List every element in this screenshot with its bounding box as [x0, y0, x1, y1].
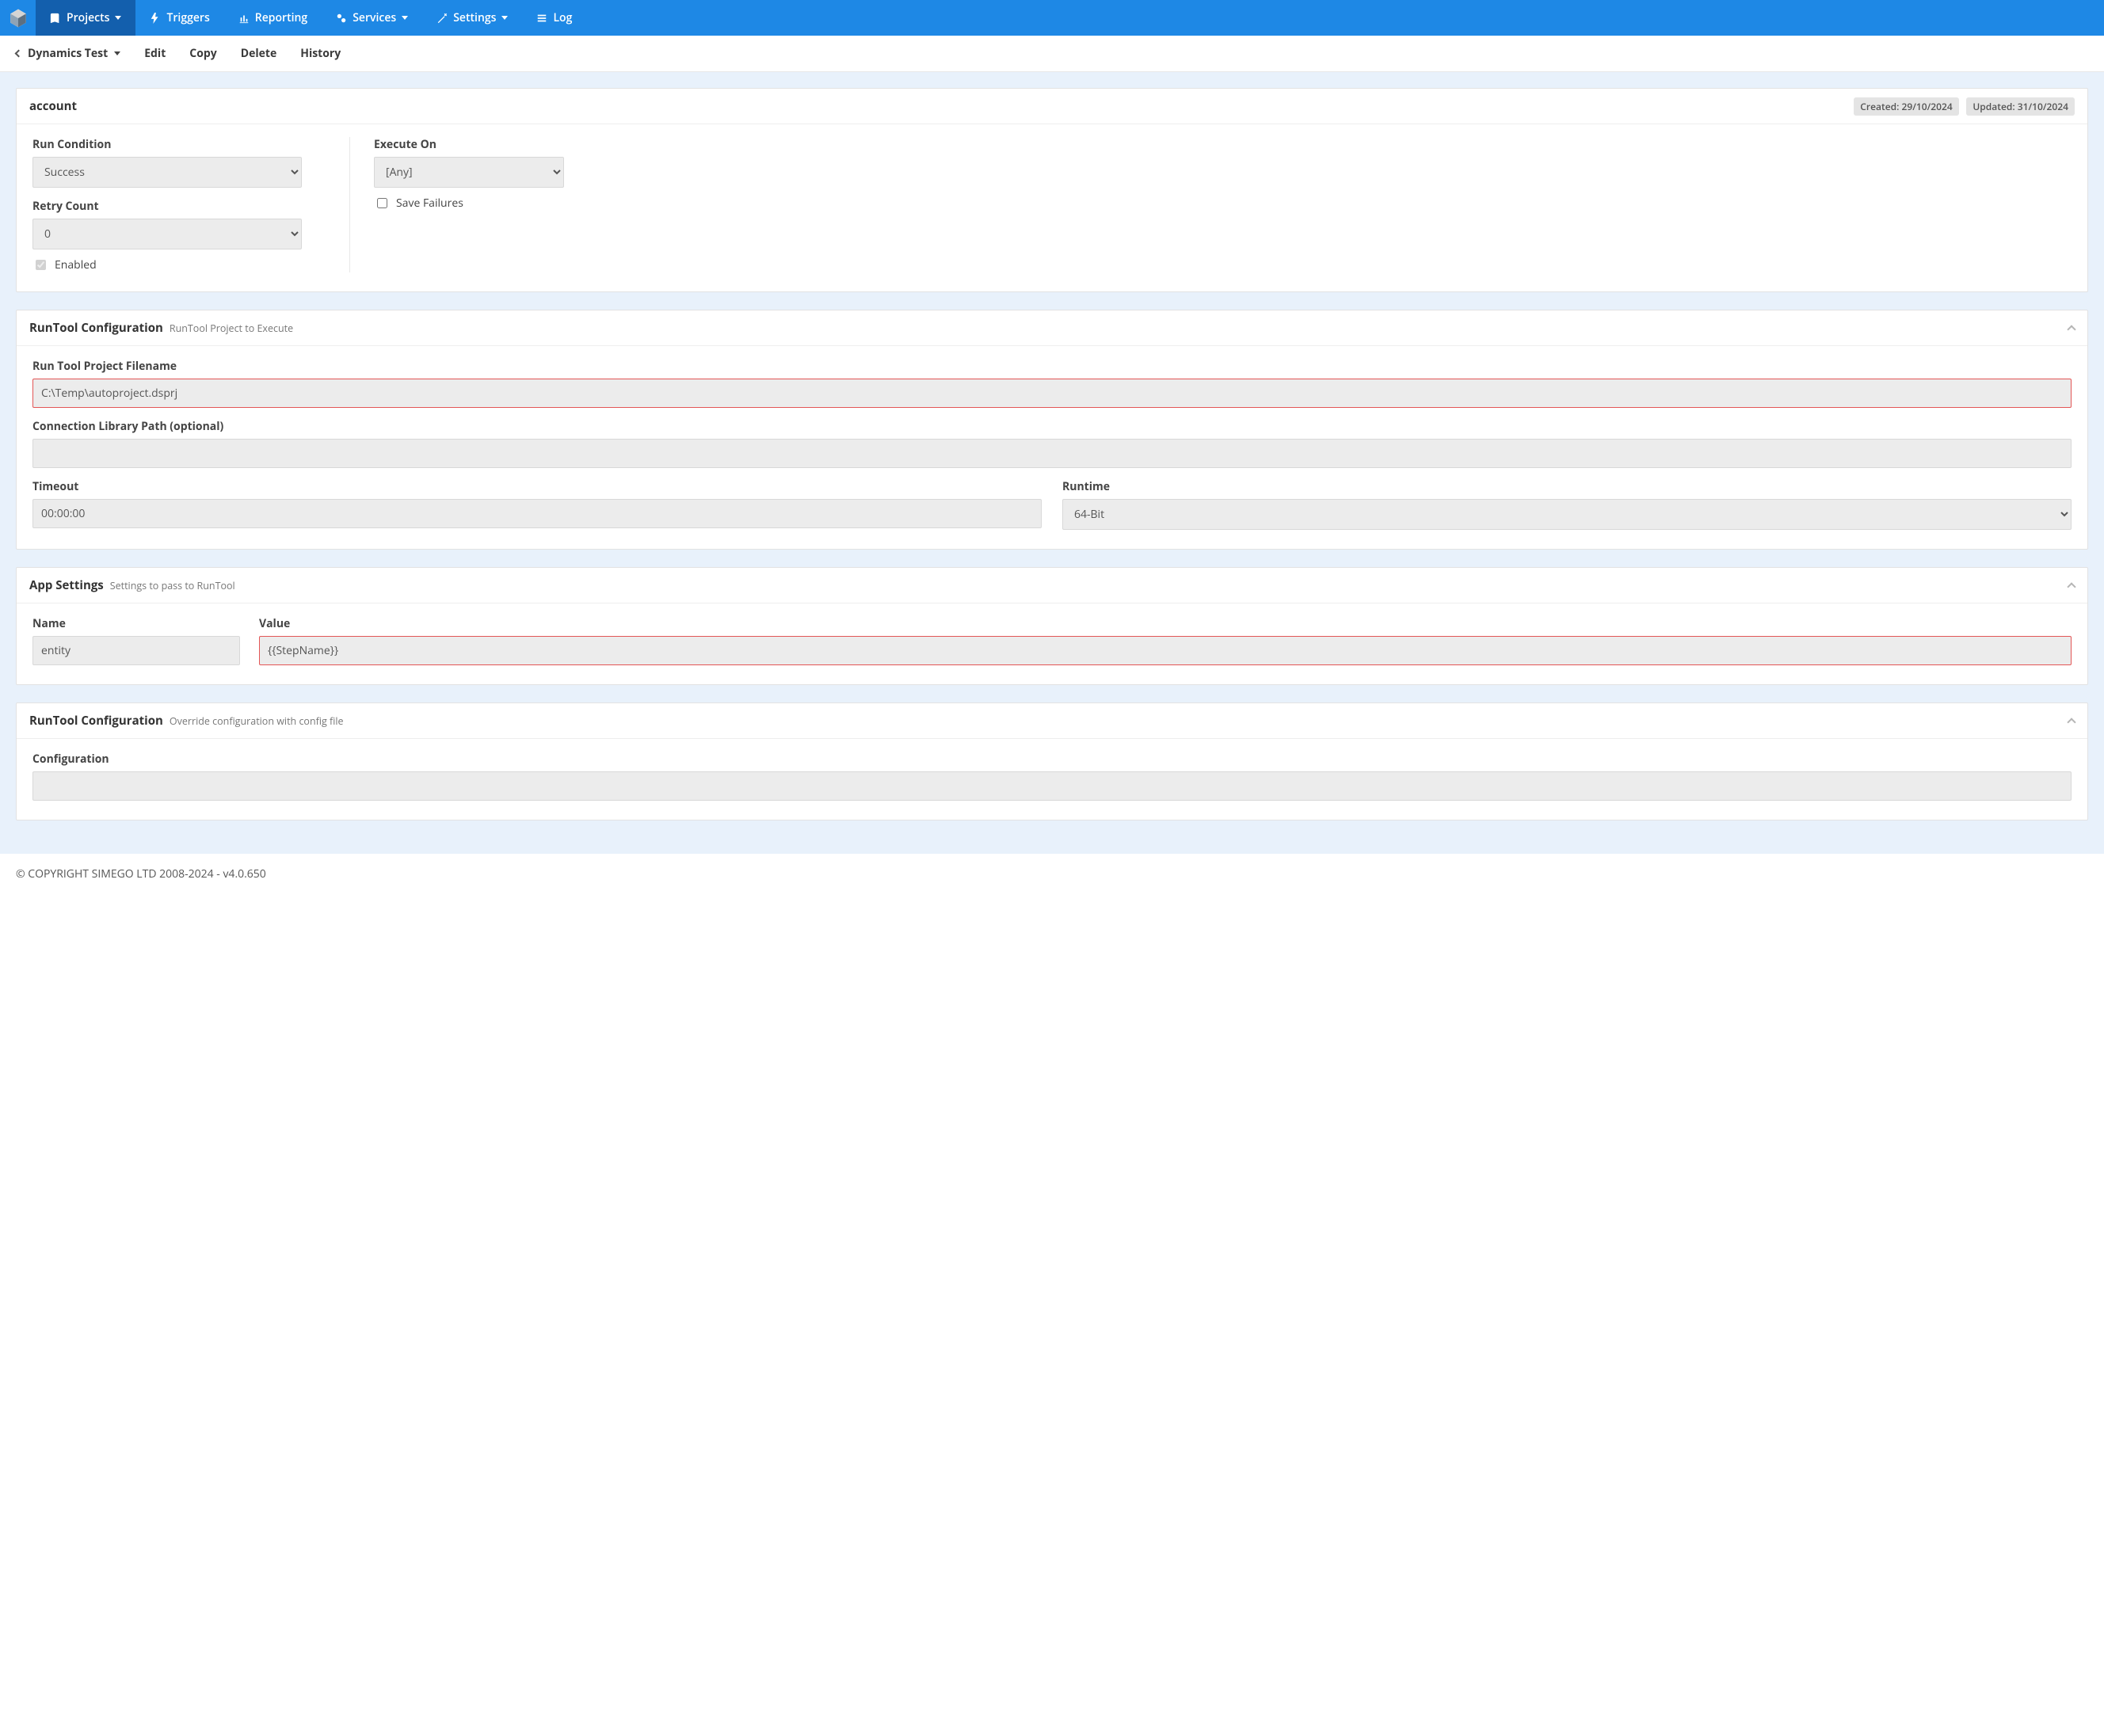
- chevron-left-icon: [15, 50, 23, 58]
- retry-count-select[interactable]: 0: [32, 219, 302, 249]
- top-nav: Projects Triggers Reporting Services Set…: [0, 0, 2104, 36]
- enabled-label: Enabled: [55, 257, 97, 272]
- created-badge: Created: 29/10/2024: [1854, 97, 1958, 116]
- chevron-down-icon: [114, 51, 120, 55]
- retry-count-label: Retry Count: [32, 199, 302, 214]
- list-icon: [536, 13, 547, 24]
- chart-icon: [238, 13, 250, 24]
- appsetting-name-header: Name: [32, 616, 240, 631]
- secondary-toolbar: Dynamics Test Edit Copy Delete History: [0, 36, 2104, 72]
- conn-lib-label: Connection Library Path (optional): [32, 419, 2072, 434]
- app-logo[interactable]: [0, 0, 36, 36]
- save-failures-label: Save Failures: [396, 196, 463, 211]
- override-config-title: RunTool Configuration: [29, 713, 163, 729]
- filename-input[interactable]: [32, 379, 2072, 408]
- override-config-panel: RunTool Configuration Override configura…: [16, 702, 2088, 820]
- execute-on-label: Execute On: [374, 137, 2072, 152]
- breadcrumb[interactable]: Dynamics Test: [16, 46, 120, 61]
- app-settings-title: App Settings: [29, 577, 104, 593]
- execute-on-select[interactable]: [Any]: [374, 157, 564, 188]
- history-button[interactable]: History: [300, 46, 341, 61]
- timeout-label: Timeout: [32, 479, 1042, 494]
- chevron-down-icon: [402, 16, 408, 20]
- main: account Created: 29/10/2024 Updated: 31/…: [0, 72, 2104, 854]
- nav-reporting[interactable]: Reporting: [224, 0, 322, 36]
- chevron-down-icon: [501, 16, 508, 20]
- timeout-input[interactable]: [32, 499, 1042, 528]
- run-condition-select[interactable]: Success: [32, 157, 302, 188]
- nav-settings[interactable]: Settings: [422, 0, 522, 36]
- filename-label: Run Tool Project Filename: [32, 359, 2072, 374]
- nav-log-label: Log: [553, 10, 572, 25]
- conn-lib-input[interactable]: [32, 439, 2072, 468]
- updated-badge: Updated: 31/10/2024: [1966, 97, 2075, 116]
- app-settings-panel: App Settings Settings to pass to RunTool…: [16, 567, 2088, 685]
- appsetting-value-input[interactable]: [259, 636, 2072, 665]
- copy-button[interactable]: Copy: [189, 46, 216, 61]
- configuration-input[interactable]: [32, 771, 2072, 801]
- nav-services-label: Services: [353, 10, 396, 25]
- delete-button[interactable]: Delete: [241, 46, 277, 61]
- runtool-config-panel: RunTool Configuration RunTool Project to…: [16, 310, 2088, 550]
- configuration-label: Configuration: [32, 752, 2072, 767]
- runtool-config-title: RunTool Configuration: [29, 320, 163, 336]
- nav-settings-label: Settings: [453, 10, 496, 25]
- nav-triggers-label: Triggers: [166, 10, 209, 25]
- book-icon: [50, 13, 61, 24]
- appsetting-name-input[interactable]: [32, 636, 240, 665]
- wand-icon: [436, 13, 448, 24]
- page-title: account: [29, 98, 77, 114]
- breadcrumb-label: Dynamics Test: [28, 46, 108, 61]
- account-panel: account Created: 29/10/2024 Updated: 31/…: [16, 88, 2088, 292]
- runtime-select[interactable]: 64-Bit: [1062, 499, 2072, 530]
- appsetting-value-header: Value: [259, 616, 2072, 631]
- collapse-icon[interactable]: [2067, 718, 2075, 726]
- run-condition-label: Run Condition: [32, 137, 302, 152]
- nav-reporting-label: Reporting: [255, 10, 307, 25]
- save-failures-checkbox[interactable]: [377, 198, 387, 208]
- footer: © COPYRIGHT SIMEGO LTD 2008-2024 - v4.0.…: [0, 854, 2104, 905]
- gears-icon: [336, 13, 347, 24]
- runtool-config-sub: RunTool Project to Execute: [170, 322, 293, 335]
- override-config-sub: Override configuration with config file: [170, 714, 344, 728]
- collapse-icon[interactable]: [2067, 582, 2075, 591]
- nav-projects[interactable]: Projects: [36, 0, 135, 36]
- collapse-icon[interactable]: [2067, 325, 2075, 333]
- nav-triggers[interactable]: Triggers: [135, 0, 223, 36]
- edit-button[interactable]: Edit: [144, 46, 166, 61]
- bolt-icon: [150, 13, 161, 24]
- nav-log[interactable]: Log: [522, 0, 586, 36]
- nav-projects-label: Projects: [67, 10, 109, 25]
- enabled-checkbox[interactable]: [36, 260, 46, 270]
- chevron-down-icon: [115, 16, 121, 20]
- runtime-label: Runtime: [1062, 479, 2072, 494]
- app-settings-sub: Settings to pass to RunTool: [110, 579, 235, 592]
- nav-services[interactable]: Services: [322, 0, 422, 36]
